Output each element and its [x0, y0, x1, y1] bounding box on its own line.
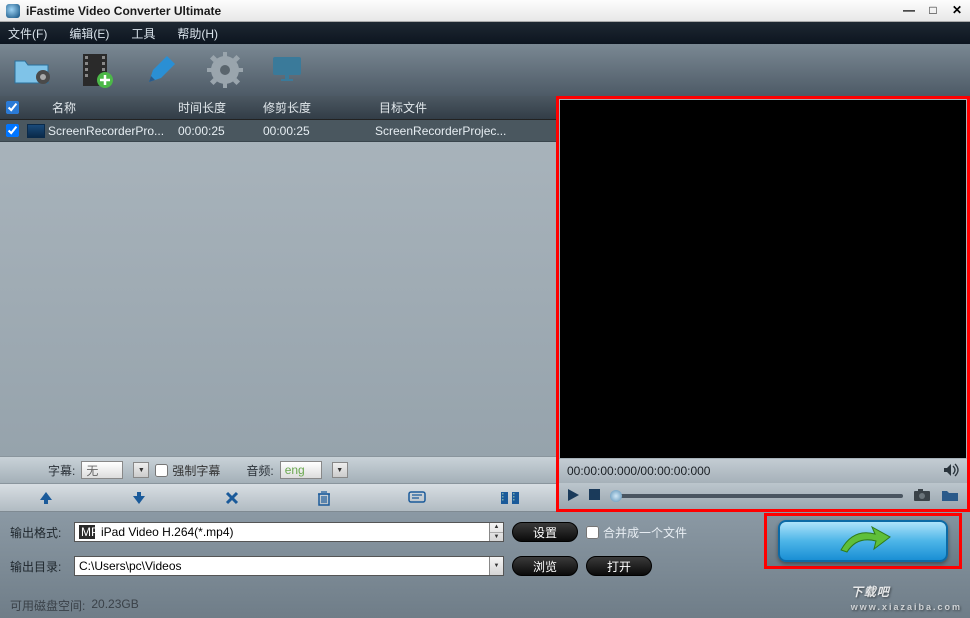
seek-slider[interactable]	[610, 494, 903, 498]
convert-highlight-box	[764, 513, 962, 569]
preview-controls	[559, 483, 967, 509]
maximize-button[interactable]: □	[926, 4, 940, 18]
subtitle-label: 字幕:	[48, 462, 75, 479]
action-bar	[0, 484, 556, 512]
snapshot-button[interactable]	[913, 488, 931, 505]
menubar: 文件(F) 编辑(E) 工具 帮助(H)	[0, 22, 970, 44]
convert-button[interactable]	[778, 520, 948, 562]
format-spinner[interactable]: ▲▼	[489, 523, 503, 541]
menu-file[interactable]: 文件(F)	[8, 25, 47, 42]
force-subtitle-checkbox[interactable]	[155, 464, 168, 477]
dir-input[interactable]: C:\Users\pc\Videos ▼	[74, 556, 504, 576]
force-subtitle-label: 强制字幕	[172, 462, 220, 479]
settings-button[interactable]	[202, 49, 248, 91]
app-title: iFastime Video Converter Ultimate	[26, 4, 902, 18]
slider-knob-icon[interactable]	[610, 490, 622, 502]
cell-name: ScreenRecorderPro...	[48, 124, 178, 138]
col-name[interactable]: 名称	[48, 99, 178, 116]
subtitle-audio-bar: 字幕: 无 强制字幕 音频: eng	[0, 456, 556, 484]
preview-highlight-box: 00:00:00:000/00:00:00:000	[556, 96, 970, 512]
thumbnail-icon	[27, 124, 45, 138]
info-button[interactable]	[406, 487, 428, 509]
merge-label: 合并成一个文件	[603, 524, 687, 541]
mp4-icon: MP4	[79, 525, 95, 539]
app-logo-icon	[6, 4, 20, 18]
select-all-checkbox[interactable]	[6, 101, 19, 114]
cell-trim: 00:00:25	[263, 124, 375, 138]
cell-time: 00:00:25	[178, 124, 263, 138]
subtitle-dropdown-icon[interactable]	[133, 462, 149, 478]
audio-select[interactable]: eng	[280, 461, 322, 479]
col-target[interactable]: 目标文件	[375, 99, 556, 116]
format-select[interactable]: MP4 iPad Video H.264(*.mp4) ▲▼	[74, 522, 504, 542]
disk-value: 20.23GB	[91, 597, 138, 614]
preview-timecode: 00:00:00:000/00:00:00:000	[567, 464, 710, 478]
menu-edit[interactable]: 编辑(E)	[69, 25, 109, 42]
minimize-button[interactable]: —	[902, 4, 916, 18]
format-label: 输出格式:	[10, 524, 66, 541]
output-panel: 输出格式: MP4 iPad Video H.264(*.mp4) ▲▼ 设置 …	[0, 512, 970, 618]
remove-button[interactable]	[221, 487, 243, 509]
dir-dropdown[interactable]: ▼	[489, 557, 503, 575]
svg-text:MP4: MP4	[81, 525, 95, 539]
settings-format-button[interactable]: 设置	[512, 522, 578, 542]
volume-icon[interactable]	[943, 463, 959, 480]
stop-button[interactable]	[589, 489, 600, 503]
monitor-button[interactable]	[266, 49, 312, 91]
preview-time-bar: 00:00:00:000/00:00:00:000	[559, 459, 967, 483]
disk-label: 可用磁盘空间:	[10, 597, 85, 614]
preview-pane: 00:00:00:000/00:00:00:000	[556, 96, 970, 512]
col-time[interactable]: 时间长度	[178, 99, 263, 116]
file-list-pane: 名称 时间长度 修剪长度 目标文件 ScreenRecorderPro... 0…	[0, 96, 556, 512]
preview-video[interactable]	[560, 100, 966, 458]
merge-checkbox[interactable]	[586, 526, 599, 539]
close-button[interactable]: ✕	[950, 4, 964, 18]
edit-button[interactable]	[138, 49, 184, 91]
cell-target: ScreenRecorderProjec...	[375, 124, 556, 138]
menu-help[interactable]: 帮助(H)	[177, 25, 218, 42]
add-video-button[interactable]	[74, 49, 120, 91]
open-button[interactable]: 打开	[586, 556, 652, 576]
clear-button[interactable]	[313, 487, 335, 509]
subtitle-select[interactable]: 无	[81, 461, 123, 479]
toolbar	[0, 44, 970, 96]
move-up-button[interactable]	[35, 487, 57, 509]
col-trim[interactable]: 修剪长度	[263, 99, 375, 116]
table-row[interactable]: ScreenRecorderPro... 00:00:25 00:00:25 S…	[0, 120, 556, 142]
load-folder-button[interactable]	[10, 49, 56, 91]
split-button[interactable]	[499, 487, 521, 509]
dir-label: 输出目录:	[10, 558, 66, 575]
row-checkbox[interactable]	[6, 124, 19, 137]
play-button[interactable]	[567, 488, 579, 505]
table-body[interactable]: ScreenRecorderPro... 00:00:25 00:00:25 S…	[0, 120, 556, 456]
audio-label: 音频:	[246, 462, 273, 479]
dir-value: C:\Users\pc\Videos	[79, 559, 182, 573]
audio-dropdown-icon[interactable]	[332, 462, 348, 478]
disk-space-row: 可用磁盘空间: 20.23GB	[10, 597, 139, 614]
titlebar: iFastime Video Converter Ultimate — □ ✕	[0, 0, 970, 22]
menu-tool[interactable]: 工具	[131, 25, 155, 42]
content-area: 名称 时间长度 修剪长度 目标文件 ScreenRecorderPro... 0…	[0, 96, 970, 512]
move-down-button[interactable]	[128, 487, 150, 509]
format-value: iPad Video H.264(*.mp4)	[101, 525, 234, 539]
table-header: 名称 时间长度 修剪长度 目标文件	[0, 96, 556, 120]
browse-button[interactable]: 浏览	[512, 556, 578, 576]
snapshot-folder-button[interactable]	[941, 488, 959, 505]
